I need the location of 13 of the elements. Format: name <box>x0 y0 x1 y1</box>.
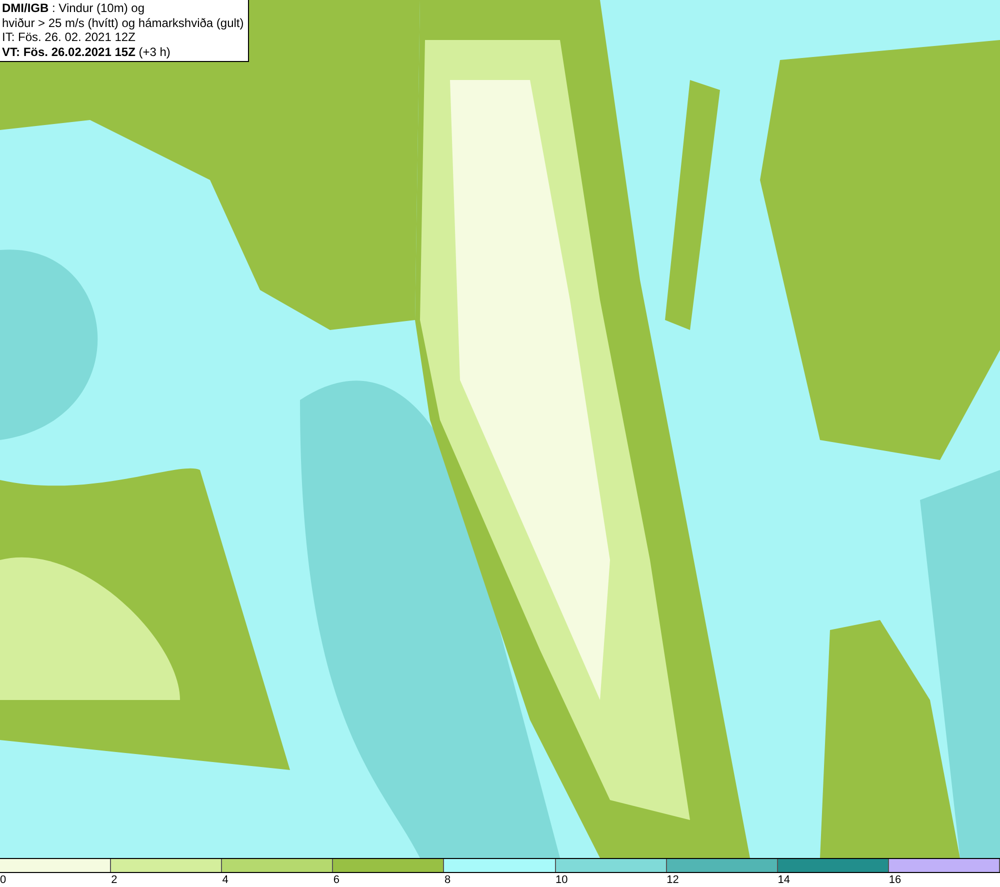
legend-tick-label: 14 <box>778 873 790 887</box>
legend-tick-label: 16 <box>888 873 902 887</box>
title-line: hviður > 25 m/s (hvítt) og hámarkshviða (gult) <box>2 16 244 30</box>
title-line: DMI/IGB : Vindur (10m) og <box>2 1 146 16</box>
legend-tick-label: 0 <box>0 873 6 887</box>
legend-tick-label: 12 <box>666 873 679 887</box>
title-line: VT: Fös. 26.02.2021 15Z (+3 h) <box>2 44 172 59</box>
legend-tick-label: 4 <box>222 873 228 887</box>
legend-tick-label: 6 <box>333 873 340 887</box>
legend-tick-label: 2 <box>111 873 118 887</box>
title-line: IT: Fös. 26. 02. 2021 12Z <box>2 30 136 44</box>
legend-tick-label: 8 <box>444 873 451 887</box>
legend-tick-label: 10 <box>556 873 568 887</box>
